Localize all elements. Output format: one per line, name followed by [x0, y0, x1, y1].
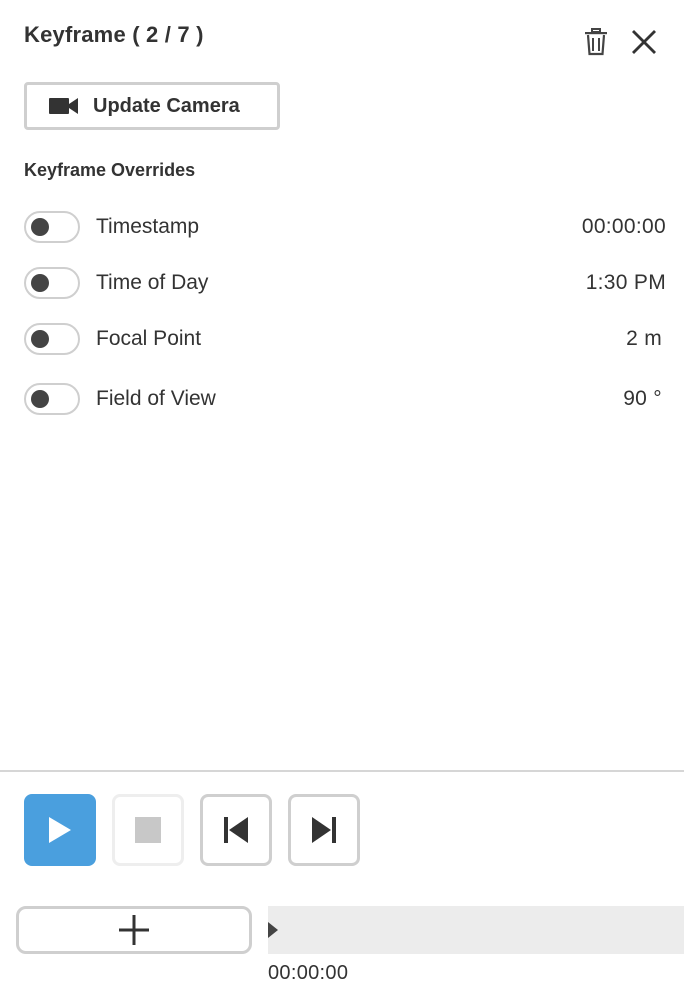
- toggle-knob: [31, 274, 49, 292]
- override-value: 2 m: [626, 327, 662, 350]
- panel-header: Keyframe ( 2 / 7 ): [24, 20, 660, 60]
- override-label: Focal Point: [96, 327, 202, 350]
- video-camera-icon: [49, 98, 78, 114]
- timestamp-toggle[interactable]: [24, 211, 80, 243]
- stop-icon: [135, 817, 161, 843]
- close-button[interactable]: [628, 22, 660, 62]
- override-label: Timestamp: [96, 215, 200, 238]
- skip-next-icon: [312, 817, 336, 843]
- override-label: Field of View: [96, 387, 216, 410]
- play-button[interactable]: [24, 794, 96, 866]
- add-keyframe-button[interactable]: [16, 906, 252, 954]
- panel-title: Keyframe ( 2 / 7 ): [24, 22, 204, 47]
- override-row-focal-point: Focal Point 2 m: [24, 322, 666, 356]
- override-label: Time of Day: [96, 271, 209, 294]
- plus-icon: [119, 915, 149, 945]
- toggle-knob: [31, 218, 49, 236]
- stop-button[interactable]: [112, 794, 184, 866]
- override-row-timestamp: Timestamp 00:00:00: [24, 210, 666, 244]
- toggle-knob: [31, 330, 49, 348]
- next-keyframe-button[interactable]: [288, 794, 360, 866]
- current-time-label: 00:00:00: [268, 962, 349, 984]
- override-value: 1:30 PM: [585, 271, 666, 294]
- trash-icon: [585, 28, 607, 56]
- playhead-marker[interactable]: [268, 922, 278, 938]
- override-row-field-of-view: Field of View 90 °: [24, 382, 666, 416]
- divider: [0, 770, 684, 772]
- override-value: 90 °: [623, 387, 662, 410]
- override-value: 00:00:00: [581, 215, 666, 238]
- toggle-knob: [31, 390, 49, 408]
- play-icon: [49, 817, 71, 843]
- delete-keyframe-button[interactable]: [580, 22, 612, 62]
- previous-keyframe-button[interactable]: [200, 794, 272, 866]
- override-row-time-of-day: Time of Day 1:30 PM: [24, 266, 666, 300]
- update-camera-label: Update Camera: [93, 94, 240, 117]
- focal-point-toggle[interactable]: [24, 323, 80, 355]
- close-icon: [632, 30, 656, 54]
- keyframe-overrides-heading: Keyframe Overrides: [24, 160, 196, 180]
- skip-previous-icon: [224, 817, 248, 843]
- update-camera-button[interactable]: Update Camera: [24, 82, 280, 130]
- field-of-view-toggle[interactable]: [24, 383, 80, 415]
- timeline-track[interactable]: [268, 906, 684, 954]
- time-of-day-toggle[interactable]: [24, 267, 80, 299]
